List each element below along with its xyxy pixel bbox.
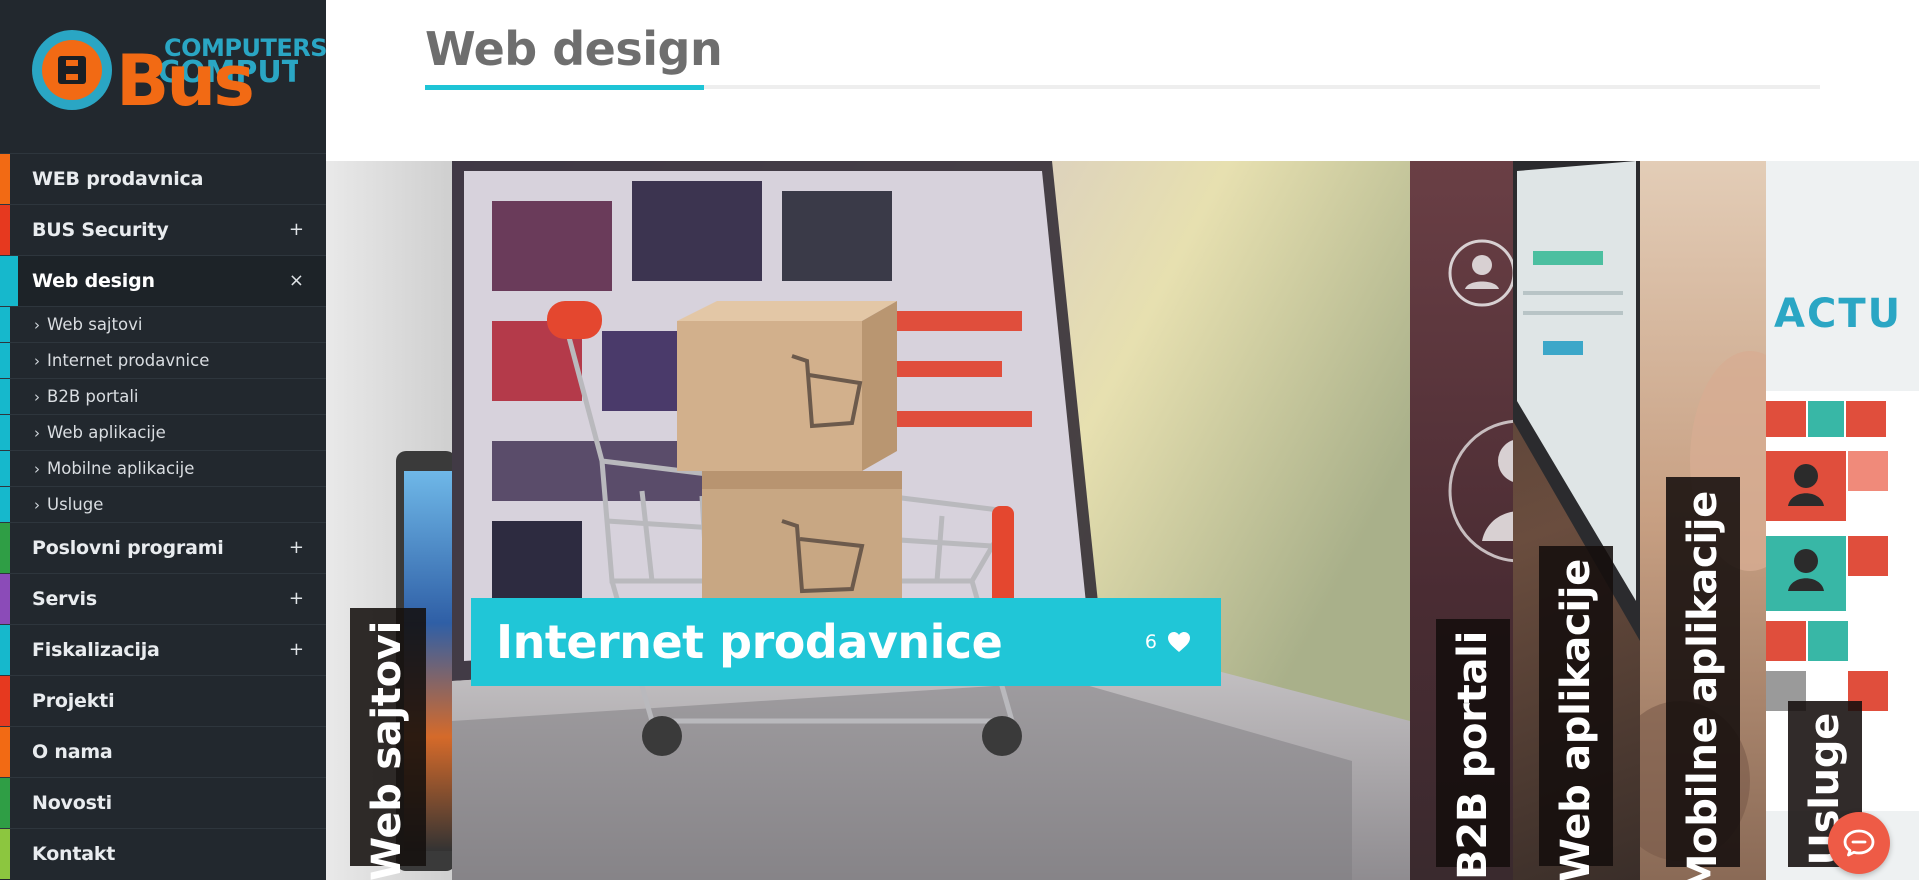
sidebar-item-accent: [0, 676, 10, 726]
sidebar-item-accent: [0, 625, 10, 675]
sidebar-item-servis[interactable]: Servis +: [0, 573, 326, 624]
slide-usluge[interactable]: ACTU Usluge: [1766, 161, 1919, 880]
sidebar-item-poslovni-programi[interactable]: Poslovni programi +: [0, 522, 326, 573]
slide-caption-title: Internet prodavnice: [496, 615, 1003, 669]
sidebar-item-accent: [0, 778, 10, 828]
chat-icon: [1843, 829, 1875, 857]
slide-caption[interactable]: Internet prodavnice 6: [471, 598, 1221, 686]
chevron-right-icon: ›: [34, 495, 40, 514]
sidebar-subitem-label: Internet prodavnice: [47, 351, 210, 370]
slide-web-aplikacije[interactable]: Web aplikacije: [1513, 161, 1640, 880]
sidebar-subitem-b2b-portali[interactable]: › B2B portali: [0, 378, 326, 414]
sidebar-item-label: O nama: [32, 741, 113, 763]
chevron-right-icon: ›: [34, 459, 40, 478]
sidebar-item-accent: [0, 829, 10, 879]
sidebar-subitem-web-aplikacije[interactable]: › Web aplikacije: [0, 414, 326, 450]
sidebar-item-accent: [0, 256, 18, 306]
sidebar-subitem-accent: [0, 451, 10, 486]
sidebar-subitem-mobilne-aplikacije[interactable]: › Mobilne aplikacije: [0, 450, 326, 486]
main-navigation: WEB prodavnica BUS Security + Web design × › W…: [0, 153, 326, 879]
shopping-cart-image: [452, 161, 1410, 880]
sidebar-item-accent: [0, 727, 10, 777]
sidebar-subitem-internet-prodavnice[interactable]: › Internet prodavnice: [0, 342, 326, 378]
sidebar-item-label: BUS Security: [32, 219, 169, 241]
usluge-brand-fragment: ACTU: [1774, 291, 1903, 337]
like-count: 6: [1144, 631, 1157, 653]
sidebar-item-label: Fiskalizacija: [32, 639, 160, 661]
sidebar-item-label: Servis: [32, 588, 97, 610]
sidebar-subitem-label: Web sajtovi: [47, 315, 143, 334]
chevron-right-icon: ›: [34, 423, 40, 442]
chevron-right-icon: ›: [34, 351, 40, 370]
expand-icon[interactable]: +: [289, 221, 304, 239]
sidebar-subitem-usluge[interactable]: › Usluge: [0, 486, 326, 522]
slide-label: B2B portali: [1450, 631, 1496, 880]
sidebar-item-kontakt[interactable]: Kontakt: [0, 828, 326, 879]
sidebar-item-label: Projekti: [32, 690, 115, 712]
sidebar-item-bus-security[interactable]: BUS Security +: [0, 204, 326, 255]
sidebar-item-web-design[interactable]: Web design ×: [0, 255, 326, 306]
slide-b2b-portali[interactable]: B2B portali: [1410, 161, 1513, 880]
sidebar-item-fiskalizacija[interactable]: Fiskalizacija +: [0, 624, 326, 675]
sidebar-item-projekti[interactable]: Projekti: [0, 675, 326, 726]
sidebar-subitem-accent: [0, 415, 10, 450]
slide-mobilne-aplikacije[interactable]: Mobilne aplikacije: [1640, 161, 1766, 880]
sidebar-subitem-label: B2B portali: [47, 387, 139, 406]
logo-subtitle: COMPUTERS: [164, 34, 326, 62]
chat-button[interactable]: [1828, 812, 1890, 874]
expand-icon[interactable]: +: [289, 641, 304, 659]
sidebar-subitem-label: Mobilne aplikacije: [47, 459, 195, 478]
sidebar-item-accent: [0, 523, 10, 573]
sidebar-item-o-nama[interactable]: O nama: [0, 726, 326, 777]
expand-icon[interactable]: +: [289, 590, 304, 608]
sidebar-subitem-label: Usluge: [47, 495, 104, 514]
sidebar-subitem-accent: [0, 343, 10, 378]
title-underline-accent: [425, 85, 704, 90]
sidebar-subitem-web-sajtovi[interactable]: › Web sajtovi: [0, 306, 326, 342]
sidebar: COMPUTERS Bus COMPUTERS WEB prodavnica BU…: [0, 0, 326, 880]
sidebar-item-accent: [0, 154, 10, 204]
chevron-right-icon: ›: [34, 387, 40, 406]
expand-icon[interactable]: +: [289, 539, 304, 557]
brand-logo[interactable]: COMPUTERS Bus COMPUTERS: [28, 24, 326, 124]
sidebar-item-novosti[interactable]: Novosti: [0, 777, 326, 828]
page-title: Web design: [425, 22, 723, 76]
sidebar-subitem-accent: [0, 379, 10, 414]
heart-icon: [1168, 632, 1190, 652]
sidebar-item-label: Novosti: [32, 792, 112, 814]
sidebar-item-label: Kontakt: [32, 843, 116, 865]
sidebar-item-accent: [0, 205, 10, 255]
sidebar-item-label: WEB prodavnica: [32, 168, 204, 190]
like-button[interactable]: 6: [1145, 631, 1191, 653]
sidebar-item-web-prodavnica[interactable]: WEB prodavnica: [0, 153, 326, 204]
slide-label: Web aplikacije: [1553, 559, 1599, 880]
slide-label: Mobilne aplikacije: [1680, 491, 1726, 880]
sidebar-subitem-accent: [0, 307, 10, 342]
sidebar-subitem-accent: [0, 487, 10, 522]
portfolio-slider: Web sajtovi Internet prodavnice 6 B2B po…: [326, 161, 1919, 880]
slide-internet-prodavnice[interactable]: [452, 161, 1410, 880]
chevron-right-icon: ›: [34, 315, 40, 334]
sidebar-item-label: Poslovni programi: [32, 537, 224, 559]
sidebar-item-accent: [0, 574, 10, 624]
slide-label: Web sajtovi: [364, 621, 410, 880]
sidebar-subitem-label: Web aplikacije: [47, 423, 166, 442]
collapse-icon[interactable]: ×: [289, 272, 304, 290]
sidebar-item-label: Web design: [32, 270, 155, 292]
slide-web-sajtovi[interactable]: Web sajtovi: [326, 161, 452, 880]
